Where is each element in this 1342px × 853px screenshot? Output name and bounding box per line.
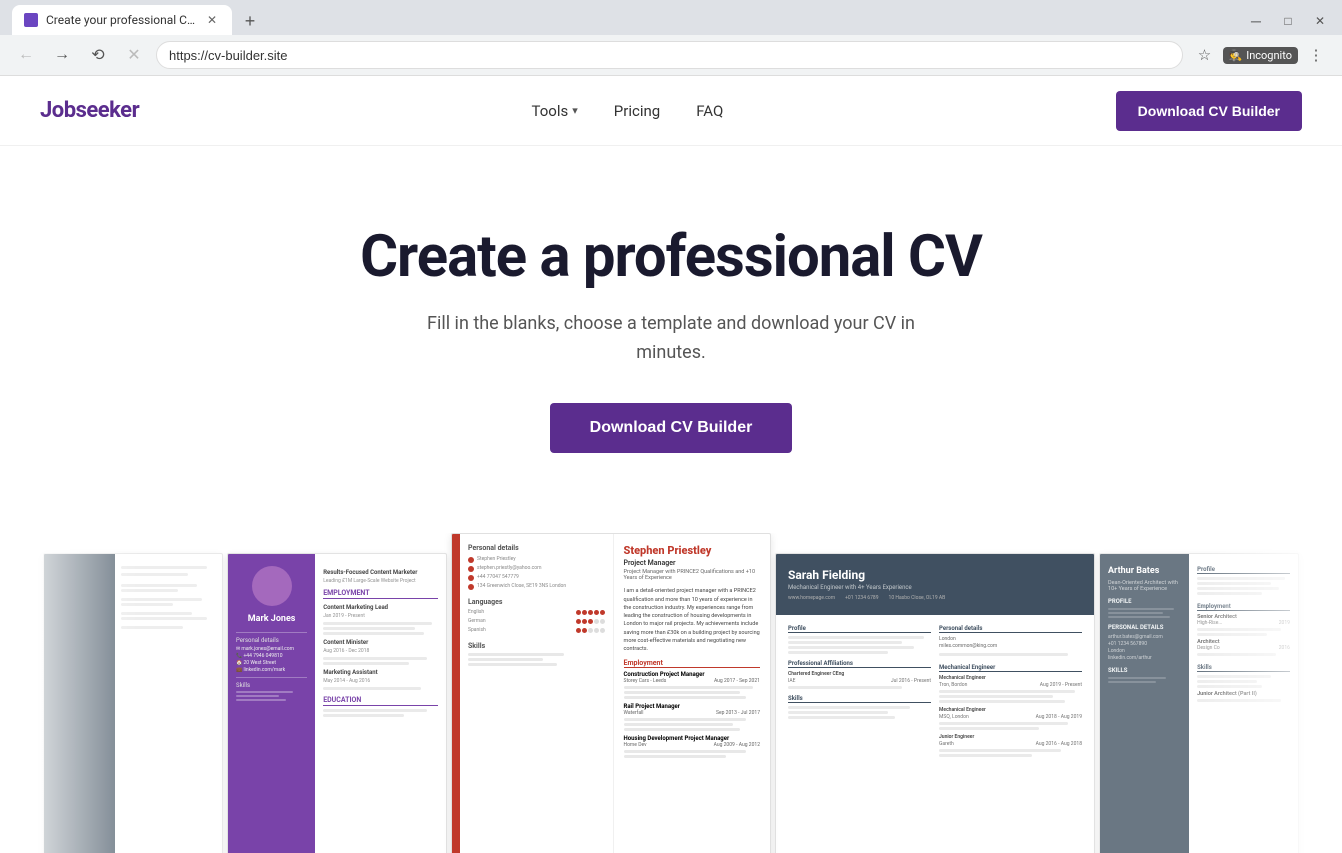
nav-center: Tools ▾ Pricing FAQ	[532, 102, 724, 120]
close-window-button[interactable]: ✕	[1306, 7, 1334, 35]
page-content: Jobseeker Tools ▾ Pricing FAQ Download C…	[0, 76, 1342, 853]
back-button[interactable]: ←	[12, 41, 40, 69]
nav-tools-label: Tools	[532, 102, 569, 120]
cv-preview-container: Mark Jones Personal details ✉ mark.jones…	[43, 533, 1299, 853]
logo[interactable]: Jobseeker	[40, 98, 139, 123]
bookmark-button[interactable]: ☆	[1191, 41, 1219, 69]
reload-button[interactable]: ⟲	[84, 41, 112, 69]
incognito-badge: 🕵 Incognito	[1223, 47, 1299, 64]
browser-chrome: Create your professional CV in m... ✕ + …	[0, 0, 1342, 76]
nav-pricing[interactable]: Pricing	[614, 102, 660, 120]
address-bar-row: ← → ⟲ ✕ ☆ 🕵 Incognito ⋮	[0, 35, 1342, 75]
tools-dropdown-arrow: ▾	[572, 104, 578, 117]
stop-button[interactable]: ✕	[120, 41, 148, 69]
hero-section: Create a professional CV Fill in the bla…	[0, 146, 1342, 513]
browser-actions: ☆ 🕵 Incognito ⋮	[1191, 41, 1331, 69]
maximize-button[interactable]: □	[1274, 7, 1302, 35]
cv-name-stephen: Stephen Priestley	[624, 544, 761, 557]
nav-download-cta[interactable]: Download CV Builder	[1116, 91, 1302, 131]
hero-title: Create a professional CV	[40, 226, 1302, 290]
cv-card-arthur-bates: Arthur Bates Dean-Oriented Architect wit…	[1099, 553, 1299, 853]
hero-download-cta[interactable]: Download CV Builder	[550, 403, 793, 453]
cv-preview-section: Mark Jones Personal details ✉ mark.jones…	[0, 533, 1342, 853]
tab-title: Create your professional CV in m...	[46, 13, 196, 27]
cv-name-arthur: Arthur Bates	[1108, 566, 1181, 576]
new-tab-button[interactable]: +	[236, 7, 264, 35]
incognito-label: Incognito	[1246, 49, 1292, 62]
cv-card-stephen-priestley: Personal details Stephen Priestley steph…	[451, 533, 771, 853]
incognito-icon: 🕵	[1229, 49, 1243, 62]
navbar: Jobseeker Tools ▾ Pricing FAQ Download C…	[0, 76, 1342, 146]
cv-name-mark: Mark Jones	[236, 614, 307, 624]
nav-faq-label: FAQ	[696, 102, 723, 120]
tab-favicon	[24, 13, 38, 27]
cv-card-mark-jones: Mark Jones Personal details ✉ mark.jones…	[227, 553, 447, 853]
minimize-button[interactable]: ─	[1242, 7, 1270, 35]
forward-button[interactable]: →	[48, 41, 76, 69]
nav-tools[interactable]: Tools ▾	[532, 102, 578, 120]
nav-pricing-label: Pricing	[614, 102, 660, 120]
address-bar-input[interactable]	[156, 41, 1183, 69]
cv-card-sarah-fielding: Sarah Fielding Mechanical Engineer with …	[775, 553, 1095, 853]
tab-close-button[interactable]: ✕	[204, 12, 220, 28]
cv-card-far-left	[43, 553, 223, 853]
tab-bar: Create your professional CV in m... ✕ + …	[0, 0, 1342, 35]
active-browser-tab[interactable]: Create your professional CV in m... ✕	[12, 5, 232, 35]
cv-avatar-mark	[252, 566, 292, 606]
menu-button[interactable]: ⋮	[1302, 41, 1330, 69]
hero-subtitle: Fill in the blanks, choose a template an…	[40, 310, 1302, 368]
cv-name-sarah: Sarah Fielding	[788, 568, 1082, 582]
nav-faq[interactable]: FAQ	[696, 102, 723, 120]
